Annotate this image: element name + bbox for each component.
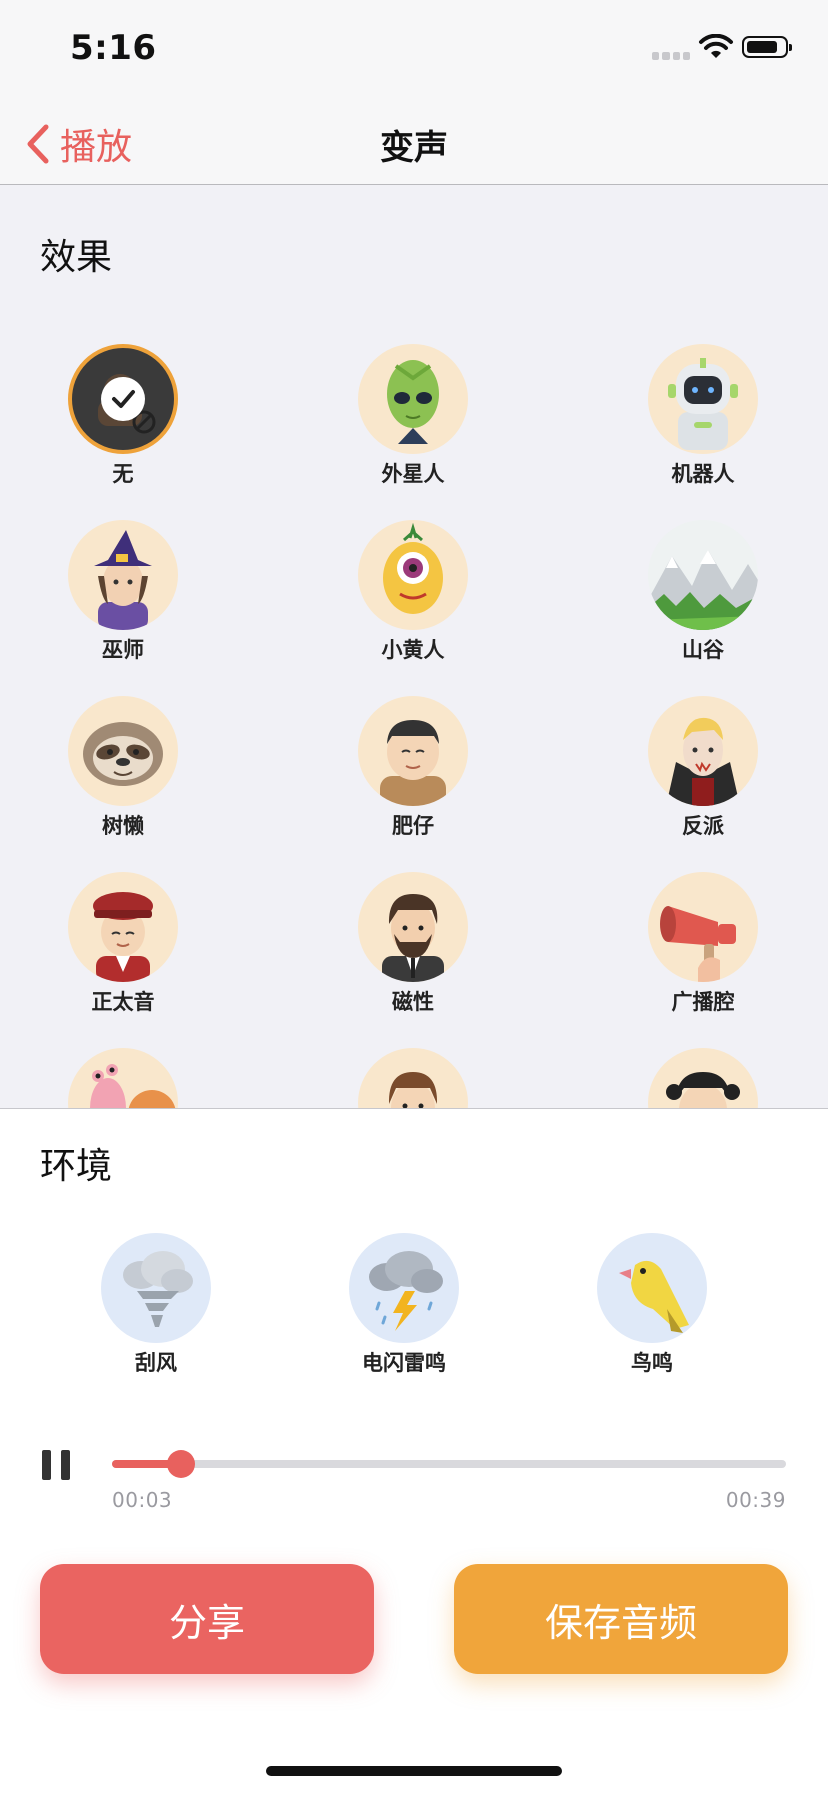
env-item-thunder[interactable]: 电闪雷鸣 bbox=[314, 1233, 494, 1377]
save-audio-button[interactable]: 保存音频 bbox=[454, 1564, 788, 1674]
effect-label: 反派 bbox=[682, 814, 724, 838]
pause-icon bbox=[42, 1450, 51, 1480]
effect-item-wizard[interactable]: 巫师 bbox=[43, 520, 203, 664]
env-label: 电闪雷鸣 bbox=[362, 1351, 446, 1375]
bottom-panel: 环境 刮风 电闪雷鸣 鸟鸣 bbox=[0, 1108, 828, 1793]
effect-label: 山谷 bbox=[682, 638, 724, 662]
effect-label: 肥仔 bbox=[392, 814, 434, 838]
effect-item-megaphone[interactable]: 广播腔 bbox=[623, 872, 783, 1016]
villain-icon bbox=[648, 696, 758, 806]
status-bar: 5:16 bbox=[0, 0, 828, 100]
effect-item-boy[interactable]: 正太音 bbox=[43, 872, 203, 1016]
effect-item-valley[interactable]: 山谷 bbox=[623, 520, 783, 664]
bird-icon bbox=[597, 1233, 707, 1343]
home-indicator bbox=[266, 1766, 562, 1776]
effect-item-none[interactable]: 无 bbox=[43, 344, 203, 488]
effect-item-sloth[interactable]: 树懒 bbox=[43, 696, 203, 840]
effect-item-robot[interactable]: 机器人 bbox=[623, 344, 783, 488]
minion-icon bbox=[358, 520, 468, 630]
page-title: 变声 bbox=[380, 128, 448, 168]
valley-icon bbox=[648, 520, 758, 630]
effect-item-alien[interactable]: 外星人 bbox=[333, 344, 493, 488]
effect-label: 磁性 bbox=[392, 990, 434, 1014]
environment-section-title: 环境 bbox=[40, 1146, 113, 1187]
fat-guy-icon bbox=[358, 696, 468, 806]
env-label: 刮风 bbox=[135, 1351, 177, 1375]
effect-label: 外星人 bbox=[381, 462, 445, 486]
effect-item-magnetic[interactable]: 磁性 bbox=[333, 872, 493, 1016]
effect-item-villain[interactable]: 反派 bbox=[623, 696, 783, 840]
effect-label: 广播腔 bbox=[671, 990, 735, 1014]
robot-icon bbox=[648, 344, 758, 454]
status-time: 5:16 bbox=[70, 28, 157, 68]
boy-icon bbox=[68, 872, 178, 982]
battery-icon bbox=[742, 36, 792, 58]
effect-item-minion[interactable]: 小黄人 bbox=[333, 520, 493, 664]
thunderstorm-icon bbox=[349, 1233, 459, 1343]
progress-slider[interactable] bbox=[112, 1450, 786, 1478]
progress-thumb[interactable] bbox=[166, 1450, 195, 1478]
pause-button[interactable] bbox=[40, 1448, 74, 1482]
effect-label: 小黄人 bbox=[381, 638, 445, 662]
current-time: 00:03 bbox=[112, 1488, 173, 1512]
none-icon bbox=[68, 344, 178, 454]
wifi-icon bbox=[699, 34, 733, 58]
share-button[interactable]: 分享 bbox=[40, 1564, 374, 1674]
magnetic-man-icon bbox=[358, 872, 468, 982]
effect-label: 正太音 bbox=[91, 990, 155, 1014]
effects-section-title: 效果 bbox=[40, 237, 113, 278]
tornado-cloud-icon bbox=[101, 1233, 211, 1343]
env-label: 鸟鸣 bbox=[631, 1351, 673, 1375]
effect-label: 机器人 bbox=[671, 462, 735, 486]
nav-bar: 播放 变声 bbox=[0, 100, 828, 185]
sloth-icon bbox=[68, 696, 178, 806]
total-time: 00:39 bbox=[725, 1488, 786, 1512]
effect-item-fat-guy[interactable]: 肥仔 bbox=[333, 696, 493, 840]
wizard-icon bbox=[68, 520, 178, 630]
cellular-signal-icon bbox=[652, 52, 690, 60]
env-item-bird[interactable]: 鸟鸣 bbox=[562, 1233, 742, 1377]
effect-label: 巫师 bbox=[102, 638, 144, 662]
env-item-wind[interactable]: 刮风 bbox=[66, 1233, 246, 1377]
alien-icon bbox=[358, 344, 468, 454]
effect-label: 无 bbox=[112, 462, 134, 486]
megaphone-icon bbox=[648, 872, 758, 982]
effect-label: 树懒 bbox=[102, 814, 144, 838]
